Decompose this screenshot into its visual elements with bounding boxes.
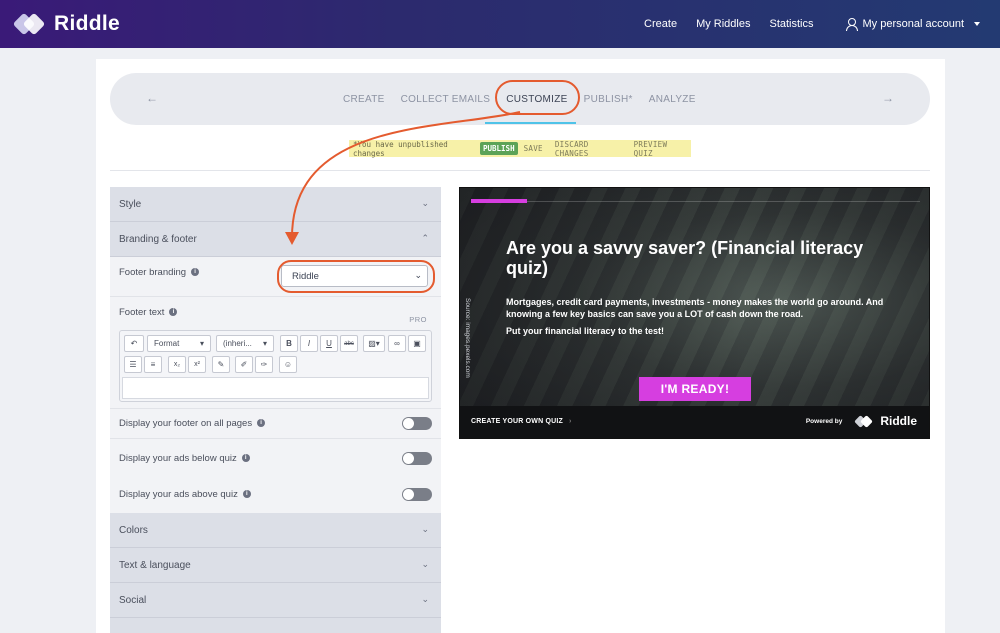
footer-text-input[interactable]: [122, 377, 429, 399]
footer-text-label: Footer text i: [119, 307, 178, 318]
footer-branding-select[interactable]: Riddle ⌄: [281, 265, 428, 287]
user-icon: [845, 18, 858, 31]
progress-track: [527, 201, 920, 202]
display-footer-row: Display your footer on all pages i: [110, 409, 441, 439]
display-footer-toggle[interactable]: [402, 417, 432, 430]
ads-below-label: Display your ads below quiz i: [119, 453, 250, 464]
accordion-style-label: Style: [119, 198, 142, 210]
caret-down-icon: [974, 22, 980, 26]
footer-text-row: Footer text i PRO ↶ Format ▾ (inheri... ▾ B…: [110, 297, 441, 409]
chevron-down-icon: ⌄: [414, 270, 422, 280]
step-publish[interactable]: PUBLISH*: [576, 94, 641, 105]
clear-format-icon[interactable]: ✎: [212, 356, 230, 373]
brand-name: Riddle: [54, 12, 120, 35]
create-your-own-quiz-link[interactable]: CREATE YOUR OWN QUIZ ›: [471, 418, 572, 425]
account-menu[interactable]: My personal account: [845, 18, 980, 31]
text-color-icon[interactable]: ▨▾: [363, 335, 385, 352]
nav-create[interactable]: Create: [644, 18, 677, 30]
nav-statistics[interactable]: Statistics: [769, 18, 813, 30]
info-icon: i: [169, 308, 178, 317]
numbered-list-icon[interactable]: ≡: [144, 356, 162, 373]
quiz-description-cta: Put your financial literacy to the test!: [506, 326, 665, 336]
riddle-mini-logo-icon: [854, 415, 874, 428]
chevron-down-icon: ⌄: [421, 594, 429, 604]
underline-button[interactable]: U: [320, 335, 338, 352]
ads-above-row: Display your ads above quiz i: [110, 475, 441, 513]
brush-icon[interactable]: ✐: [235, 356, 253, 373]
preview-quiz-button[interactable]: PREVIEW QUIZ: [634, 140, 687, 158]
accordion-text-language[interactable]: Text & language ⌄: [110, 548, 441, 583]
undo-icon[interactable]: ↶: [124, 335, 144, 352]
format-select[interactable]: Format ▾: [147, 335, 211, 352]
emoji-icon[interactable]: ☺: [279, 356, 297, 373]
footer-branding-value: Riddle: [292, 271, 319, 282]
ads-below-row: Display your ads below quiz i: [110, 439, 441, 475]
footer-text-editor: ↶ Format ▾ (inheri... ▾ B I U abc ▨▾ ∞ ▣ ☰…: [119, 330, 432, 402]
accordion-social[interactable]: Social ⌄: [110, 583, 441, 618]
accordion-branding-label: Branding & footer: [119, 233, 197, 245]
riddle-logo-icon: [12, 12, 46, 36]
prev-step-arrow-icon[interactable]: ←: [146, 91, 158, 105]
accordion-colors-label: Colors: [119, 524, 148, 536]
account-label: My personal account: [862, 18, 965, 30]
superscript-icon[interactable]: x²: [188, 356, 206, 373]
accordion-text-language-label: Text & language: [119, 559, 191, 571]
info-icon: i: [241, 454, 250, 463]
riddle-logo[interactable]: Riddle: [12, 12, 120, 36]
chevron-right-icon: ›: [569, 418, 572, 425]
top-nav-links: Create My Riddles Statistics My personal…: [644, 0, 980, 48]
quiz-description: Mortgages, credit card payments, investm…: [506, 297, 884, 319]
accordion-social-label: Social: [119, 594, 147, 606]
next-step-arrow-icon[interactable]: →: [882, 91, 894, 105]
ads-above-toggle[interactable]: [402, 488, 432, 501]
font-select[interactable]: (inheri... ▾: [216, 335, 274, 352]
italic-button[interactable]: I: [300, 335, 318, 352]
accordion-colors[interactable]: Colors ⌄: [110, 513, 441, 548]
quiz-footer: CREATE YOUR OWN QUIZ › Powered by Riddle: [460, 406, 929, 438]
footer-branding-row: Footer branding i Riddle ⌄: [110, 257, 441, 297]
powered-by-label: Powered by: [805, 417, 843, 425]
footer-branding-label: Footer branding i: [119, 267, 200, 278]
annotation-arrow-icon: [285, 111, 521, 245]
discard-changes-button[interactable]: DISCARD CHANGES: [555, 140, 622, 158]
chevron-down-icon: ⌄: [421, 559, 429, 569]
subscript-icon[interactable]: x₂: [168, 356, 186, 373]
ads-below-toggle[interactable]: [402, 452, 432, 465]
branding-footer-section: Footer branding i Riddle ⌄ Footer text i P…: [110, 257, 441, 513]
format-painter-icon[interactable]: ✑: [255, 356, 273, 373]
nav-my-riddles[interactable]: My Riddles: [696, 18, 750, 30]
quiz-title: Are you a savvy saver? (Financial litera…: [506, 238, 864, 278]
link-icon[interactable]: ∞: [388, 335, 406, 352]
info-icon: i: [242, 490, 251, 499]
display-footer-label: Display your footer on all pages i: [119, 418, 266, 429]
top-navigation-bar: Riddle Create My Riddles Statistics My p…: [0, 0, 1000, 48]
powered-by-riddle[interactable]: Powered by Riddle: [806, 414, 917, 428]
info-icon: i: [191, 268, 200, 277]
chevron-down-icon: ⌄: [421, 524, 429, 534]
info-icon: i: [257, 419, 266, 428]
image-source-credit: Source: images.pexels.com: [464, 298, 471, 378]
powered-brand: Riddle: [880, 414, 917, 428]
strikethrough-button[interactable]: abc: [340, 335, 358, 352]
ads-above-label: Display your ads above quiz i: [119, 489, 251, 500]
image-icon[interactable]: ▣: [408, 335, 426, 352]
bullet-list-icon[interactable]: ☰: [124, 356, 142, 373]
im-ready-button[interactable]: I'M READY!: [639, 377, 751, 401]
pro-badge: PRO: [409, 315, 427, 324]
step-analyze[interactable]: ANALYZE: [641, 94, 704, 105]
accordion-more[interactable]: [110, 618, 441, 633]
bold-button[interactable]: B: [280, 335, 298, 352]
